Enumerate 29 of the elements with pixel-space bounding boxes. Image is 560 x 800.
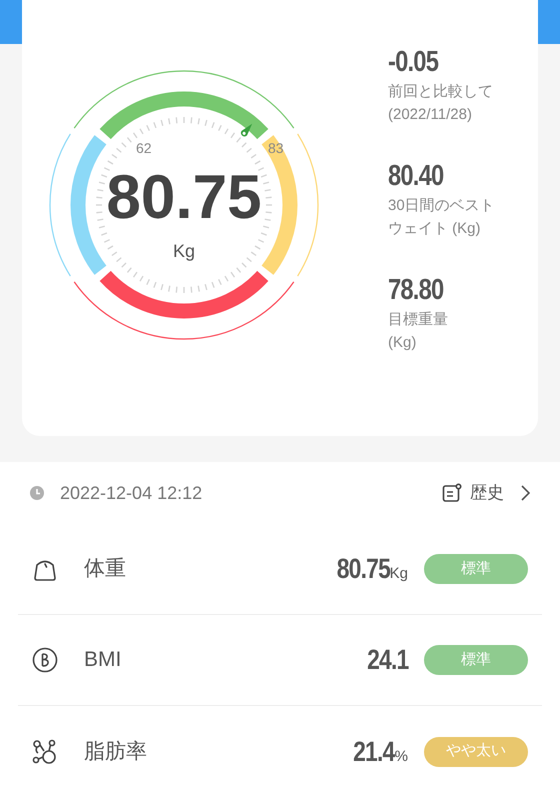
stat-label: 目標重量 [388, 310, 449, 330]
status-badge: 標準 [424, 645, 528, 675]
metric-value: 80.75Kg [335, 552, 408, 586]
stat-value: 78.80 [388, 273, 444, 308]
metric-label: 脂肪率 [84, 738, 147, 765]
metric-value: 21.4% [352, 734, 408, 768]
stat-label: (Kg) [388, 333, 418, 353]
range-max-label: 83 [268, 139, 284, 158]
chevron-right-icon[interactable] [520, 485, 530, 501]
stat-label: 30日間のベスト [388, 196, 495, 216]
clock-icon [30, 486, 44, 500]
stat-label: 前回と比較して [388, 82, 494, 102]
stat-value: 80.40 [388, 159, 444, 194]
measurement-time: 2022-12-04 12:12 [60, 482, 202, 504]
metric-value: 24.1 [366, 643, 408, 677]
unit-label: Kg [172, 240, 196, 263]
b-circle-icon [32, 647, 58, 673]
stat-label: ウェイト (Kg) [388, 219, 482, 239]
status-badge: 標準 [424, 554, 528, 584]
history-link[interactable]: 歴史 [442, 480, 504, 506]
range-min-label: 62 [136, 139, 152, 158]
metric-label: 体重 [84, 556, 126, 582]
stat-label: (2022/11/28) [388, 105, 473, 125]
molecule-icon [32, 738, 58, 764]
notes-icon [442, 483, 462, 503]
status-badge: やや太い [424, 736, 528, 766]
stat-value: -0.05 [388, 45, 440, 80]
weight-reading: 80.75 [105, 166, 263, 230]
metric-label: BMI [84, 647, 122, 674]
